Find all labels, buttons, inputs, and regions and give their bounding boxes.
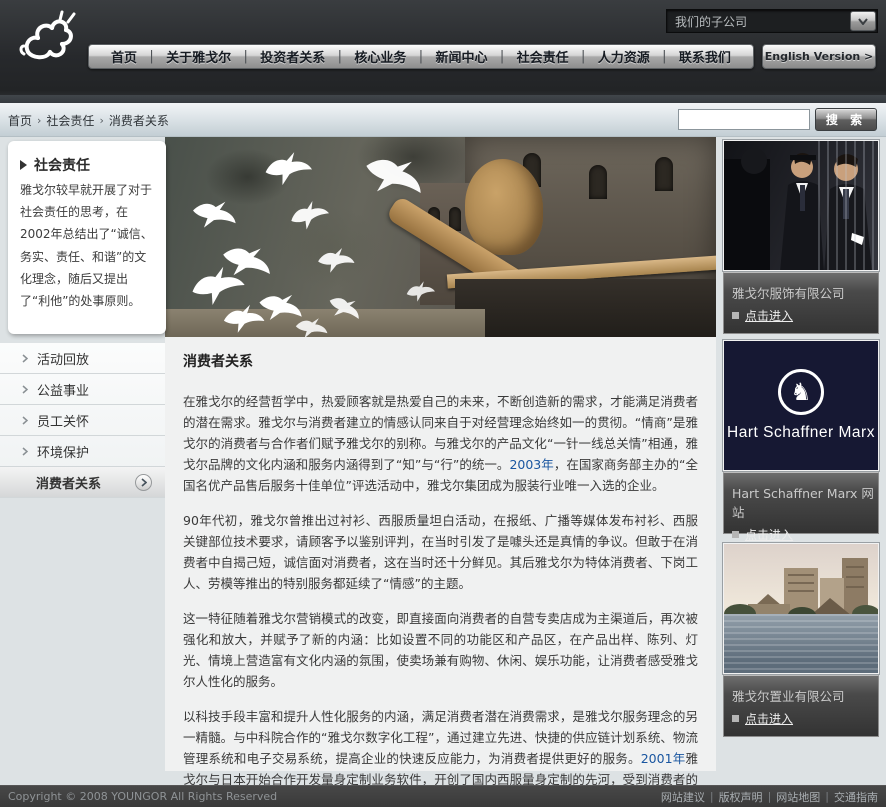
square-bullet-icon xyxy=(732,312,739,319)
promo-company-name: 雅戈尔置业有限公司 xyxy=(732,686,878,705)
promo-panel: 雅戈尔置业有限公司 点击进入 xyxy=(723,675,879,737)
content-paragraph-2: 90年代初，雅戈尔曾推出过衬衫、西服质量坦白活动，在报纸、广播等媒体发布衬衫、西… xyxy=(183,510,698,594)
promo-card-fashion: 雅戈尔服饰有限公司 点击进入 xyxy=(723,140,879,334)
square-bullet-icon xyxy=(732,531,739,538)
side-menu: 活动回放 公益事业 员工关怀 环境保护 消费者关系 xyxy=(0,343,166,498)
content-paragraph-1: 在雅戈尔的经营哲学中，热爱顾客就是热爱自己的未来，不断创造新的需求，才能满足消费… xyxy=(183,391,698,496)
intro-box-title: 社会责任 xyxy=(34,155,90,175)
promo-company-name: Hart Schaffner Marx 网站 xyxy=(732,483,878,521)
nav-item-news-center[interactable]: 新闻中心 xyxy=(436,47,488,66)
hsm-logo-image: ♞ Hart Schaffner Marx xyxy=(723,340,879,471)
intro-box-text: 雅戈尔较早就开展了对于社会责任的思考，在2002年总结出了“诚信、务实、责任、和… xyxy=(20,179,156,312)
striped-wall xyxy=(818,141,878,270)
breadcrumb-separator: › xyxy=(37,114,41,127)
youngor-logo-icon xyxy=(16,8,82,74)
breadcrumb-social-responsibility[interactable]: 社会责任 xyxy=(46,112,94,129)
doves-icon xyxy=(165,137,716,337)
footer-link-site-feedback[interactable]: 网站建议 xyxy=(661,789,705,805)
chevron-down-icon[interactable] xyxy=(850,11,876,31)
promo-enter-link[interactable]: 点击进入 xyxy=(732,526,878,543)
hsm-horse-icon: ♞ xyxy=(778,369,824,415)
footer-links: 网站建议 | 版权声明 | 网站地图 | 交通指南 xyxy=(661,789,878,805)
sidebar-item-consumer-relations[interactable]: 消费者关系 xyxy=(0,467,166,498)
chevron-right-icon xyxy=(22,354,28,363)
nav-separator: | xyxy=(500,49,504,64)
subsidiary-dropdown-label: 我们的子公司 xyxy=(667,13,850,30)
sidebar-item-charity[interactable]: 公益事业 xyxy=(0,374,166,405)
year-highlight: 2003年 xyxy=(509,457,553,472)
promo-panel: 雅戈尔服饰有限公司 点击进入 xyxy=(723,272,879,334)
sidebar-item-employee-care[interactable]: 员工关怀 xyxy=(0,405,166,436)
suits-art xyxy=(724,141,878,270)
page: 我们的子公司 首页 | 关于雅戈尔 | 投资者关系 | 核心业务 | 新闻中心 … xyxy=(0,0,886,807)
footer-separator: | xyxy=(768,790,772,803)
footer-separator: | xyxy=(710,790,714,803)
header: 我们的子公司 首页 | 关于雅戈尔 | 投资者关系 | 核心业务 | 新闻中心 … xyxy=(0,0,886,103)
breadcrumb-consumer-relations[interactable]: 消费者关系 xyxy=(109,112,169,129)
content-panel: 消费者关系 在雅戈尔的经营哲学中，热爱顾客就是热爱自己的未来，不断创造新的需求，… xyxy=(165,337,716,771)
nav-item-about[interactable]: 关于雅戈尔 xyxy=(166,47,231,66)
promo-card-hsm: ♞ Hart Schaffner Marx Hart Schaffner Mar… xyxy=(723,340,879,534)
nav-separator: | xyxy=(244,49,248,64)
footer-link-sitemap[interactable]: 网站地图 xyxy=(776,789,820,805)
nav-item-investor-relations[interactable]: 投资者关系 xyxy=(260,47,325,66)
promo-company-name: 雅戈尔服饰有限公司 xyxy=(732,283,878,302)
chevron-right-icon xyxy=(22,416,28,425)
footer: Copyright © 2008 YOUNGOR All Rights Rese… xyxy=(0,785,886,807)
breadcrumb-bar: 首页 › 社会责任 › 消费者关系 搜 索 xyxy=(0,103,886,137)
nav-separator: | xyxy=(149,49,153,64)
banner-image xyxy=(165,137,716,337)
sidebar-item-environment[interactable]: 环境保护 xyxy=(0,436,166,467)
water-reflection xyxy=(724,614,878,673)
copyright-text: Copyright © 2008 YOUNGOR All Rights Rese… xyxy=(8,790,277,803)
promo-enter-link[interactable]: 点击进入 xyxy=(732,710,878,727)
realestate-photo xyxy=(723,543,879,674)
circle-chevron-right-icon xyxy=(135,474,152,491)
chevron-right-icon xyxy=(22,447,28,456)
nav-item-social-responsibility[interactable]: 社会责任 xyxy=(517,47,569,66)
nav-separator: | xyxy=(662,49,666,64)
promo-panel: Hart Schaffner Marx 网站 点击进入 xyxy=(723,472,879,534)
breadcrumb-home[interactable]: 首页 xyxy=(8,112,32,129)
waterfront-art xyxy=(724,544,878,673)
social-responsibility-intro-box: 社会责任 雅戈尔较早就开展了对于社会责任的思考，在2002年总结出了“诚信、务实… xyxy=(8,141,166,334)
hsm-logo-art: ♞ Hart Schaffner Marx xyxy=(724,341,878,470)
fashion-photo xyxy=(723,140,879,271)
header-bottom-strip xyxy=(0,95,886,103)
search-button[interactable]: 搜 索 xyxy=(815,108,877,131)
english-version-button[interactable]: English Version > xyxy=(762,44,876,69)
search-input[interactable] xyxy=(678,109,810,130)
chevron-right-icon xyxy=(22,385,28,394)
footer-separator: | xyxy=(825,790,829,803)
subsidiary-dropdown[interactable]: 我们的子公司 xyxy=(666,9,878,33)
promo-card-realestate: 雅戈尔置业有限公司 点击进入 xyxy=(723,543,879,737)
footer-link-copyright-notice[interactable]: 版权声明 xyxy=(719,789,763,805)
nav-item-home[interactable]: 首页 xyxy=(111,47,137,66)
main-nav: 首页 | 关于雅戈尔 | 投资者关系 | 核心业务 | 新闻中心 | 社会责任 … xyxy=(88,44,754,69)
nav-item-human-resources[interactable]: 人力资源 xyxy=(598,47,650,66)
breadcrumb: 首页 › 社会责任 › 消费者关系 xyxy=(8,112,169,129)
nav-separator: | xyxy=(581,49,585,64)
square-bullet-icon xyxy=(732,715,739,722)
breadcrumb-separator: › xyxy=(99,114,103,127)
nav-separator: | xyxy=(338,49,342,64)
nav-item-core-business[interactable]: 核心业务 xyxy=(354,47,406,66)
promo-enter-link[interactable]: 点击进入 xyxy=(732,307,878,324)
intro-box-title-row: 社会责任 xyxy=(20,155,156,175)
page-title: 消费者关系 xyxy=(183,351,698,371)
sidebar-item-activity-review[interactable]: 活动回放 xyxy=(0,343,166,374)
nav-separator: | xyxy=(419,49,423,64)
arrow-right-icon xyxy=(20,160,27,170)
nav-item-contact[interactable]: 联系我们 xyxy=(679,47,731,66)
footer-link-directions[interactable]: 交通指南 xyxy=(834,789,878,805)
hsm-logo-text: Hart Schaffner Marx xyxy=(727,424,875,442)
content-paragraph-3: 这一特征随着雅戈尔营销模式的改变，即直接面向消费者的自营专卖店成为主渠道后，再次… xyxy=(183,608,698,692)
year-highlight: 2001年 xyxy=(641,751,686,766)
